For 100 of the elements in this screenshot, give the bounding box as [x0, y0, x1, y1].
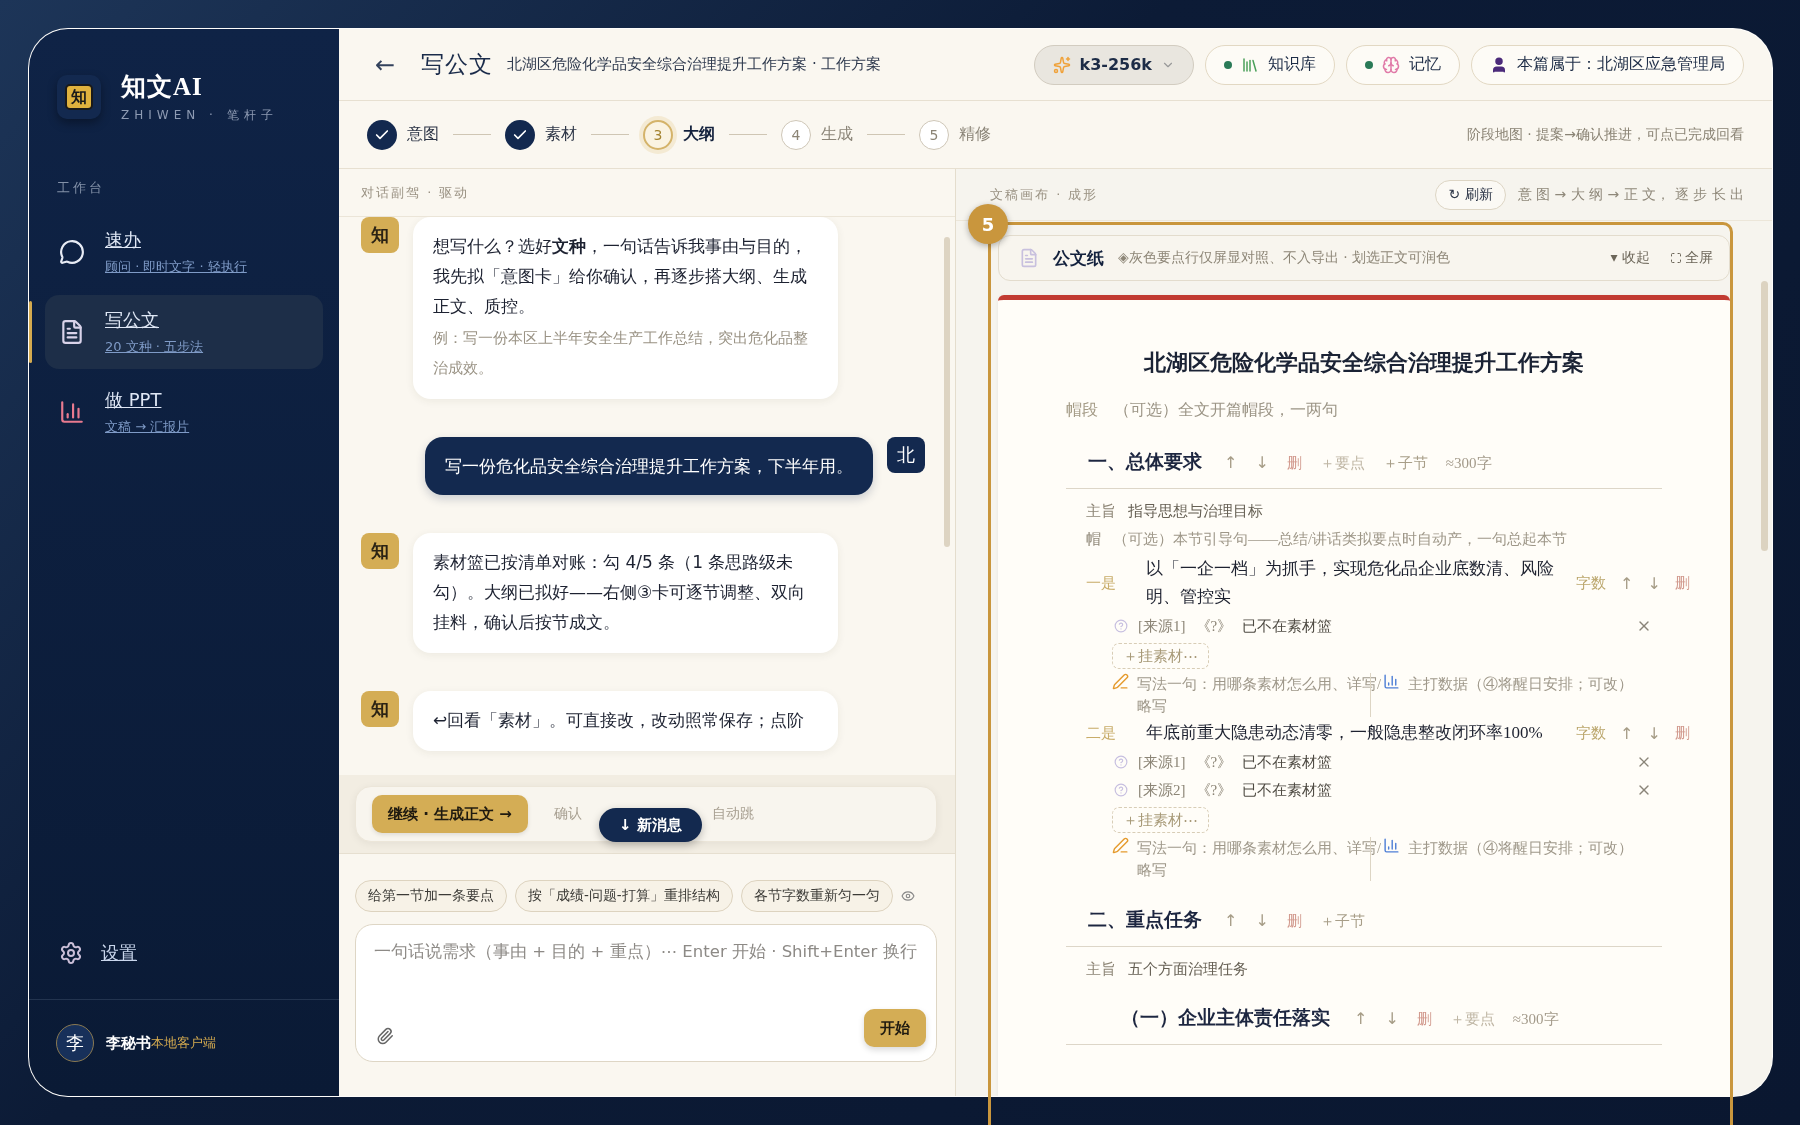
client-label: 本地客户端 — [151, 1034, 216, 1052]
move-button[interactable]: ↓ — [1255, 911, 1269, 930]
source-status: 已不在素材篮 — [1242, 780, 1333, 800]
continue-button[interactable]: 继续 · 生成正文 → — [372, 795, 528, 833]
move-button[interactable]: ↑ — [1620, 723, 1634, 743]
sidebar-item[interactable]: 速办 顾问 · 即时文字 · 轻执行 — [45, 215, 323, 289]
writing-tip: 主打数据（④将醒日安排；可改） — [1408, 675, 1633, 694]
section-label: 工作台 — [56, 179, 106, 197]
field-label: 主旨 — [1086, 960, 1116, 979]
new-message-button[interactable]: ↓ 新消息 — [599, 808, 702, 842]
stage-hint: 阶段地图 · 提案→确认推进，可点已完成回看 — [1466, 125, 1744, 144]
move-button[interactable]: ↑ — [1224, 911, 1238, 930]
word-count-label[interactable]: 字数 — [1576, 573, 1606, 593]
attach-material-button[interactable]: ＋挂素材⋯ — [1112, 643, 1209, 669]
move-button[interactable]: ↓ — [1647, 723, 1661, 743]
stepper-step[interactable]: 3 大纲 — [643, 119, 715, 150]
move-button[interactable]: ↓ — [1647, 573, 1661, 593]
bar-chart-icon — [59, 399, 85, 425]
start-button[interactable]: 开始 — [864, 1009, 926, 1047]
move-button[interactable]: ↓ — [1255, 453, 1269, 472]
word-estimate: ≈300字 — [1445, 454, 1492, 473]
document-title: 北湖区危险化学品安全综合治理提升工作方案 — [1142, 349, 1585, 377]
check-icon — [367, 119, 397, 150]
move-button[interactable]: ↓ — [1385, 1009, 1399, 1028]
field-label: 帽段 — [1066, 400, 1098, 420]
nav-subtitle: 20 文种 · 五步法 — [105, 338, 204, 356]
stepper-step[interactable]: 4 生成 — [781, 119, 853, 150]
add-button[interactable]: ＋子节 — [1382, 454, 1428, 473]
suggestion-chip[interactable]: 给第一节加一条要点 — [355, 880, 507, 912]
delete-button[interactable]: 删 — [1416, 1010, 1432, 1029]
assistant-avatar: 知 — [361, 691, 399, 727]
add-button[interactable]: ＋子节 — [1319, 912, 1365, 931]
brand-tagline: ZHIWEN · 笔杆子 — [121, 107, 278, 124]
document-icon — [1019, 248, 1039, 268]
pane-title: 对话副驾 · 驱动 — [361, 183, 470, 202]
hint-text: 确认 — [553, 805, 582, 823]
source-ref: [来源2] — [1138, 780, 1186, 800]
settings-icon[interactable] — [59, 941, 83, 965]
section-heading: （一）企业主体责任落实 — [1121, 1006, 1330, 1030]
move-button[interactable]: ↑ — [1620, 573, 1634, 593]
point-text: 年底前重大隐患动态清零，一般隐患整改闭环率100% — [1146, 722, 1544, 744]
delete-button[interactable]: 删 — [1674, 573, 1690, 593]
stepper-step[interactable]: 意图 — [367, 119, 439, 150]
paperclip-icon[interactable] — [376, 1027, 394, 1045]
document-icon — [59, 319, 85, 345]
back-button[interactable]: ← — [375, 50, 396, 79]
scrollbar-thumb[interactable] — [1761, 281, 1768, 551]
assistant-message: 素材篮已按清单对账：勾 4/5 条（1 条思路级未勾）。大纲已拟好——右侧③卡可逐节调整、双向挂料，确认后按节成文。 — [413, 533, 838, 653]
writing-tip: 主打数据（④将醒日安排；可改） — [1408, 839, 1633, 858]
move-button[interactable]: ↑ — [1354, 1009, 1368, 1028]
pane-title: 文稿画布 · 成形 — [990, 185, 1099, 204]
nav-title: 速办 — [105, 228, 142, 252]
question-icon — [1114, 755, 1128, 769]
speech-bubble-icon — [59, 239, 85, 265]
word-count-label[interactable]: 字数 — [1576, 723, 1606, 743]
settings-link[interactable]: 设置 — [101, 941, 137, 965]
move-button[interactable]: ↑ — [1224, 453, 1238, 472]
sidebar-item[interactable]: 做 PPT 文稿 → 汇报片 — [45, 375, 323, 449]
bar-chart-icon — [1383, 673, 1400, 690]
stepper-step[interactable]: 5 精修 — [919, 119, 991, 150]
nav-subtitle: 文稿 → 汇报片 — [105, 418, 190, 436]
message-input[interactable]: 一句话说需求（事由 + 目的 + 重点）⋯ Enter 开始 · Shift+Enter 换行 开始 — [355, 924, 937, 1062]
brain-icon — [1382, 55, 1400, 74]
step-number: 4 — [781, 119, 811, 150]
check-icon — [505, 119, 535, 150]
section-heading: 二、重点任务 — [1088, 908, 1202, 932]
source-ref: [来源1] — [1138, 616, 1186, 636]
delete-button[interactable]: 删 — [1286, 912, 1302, 931]
delete-button[interactable]: 删 — [1674, 723, 1690, 743]
source-title: 《?》 — [1195, 616, 1233, 636]
refresh-button[interactable]: ↻ 刷新 — [1435, 179, 1506, 210]
fullscreen-button[interactable]: 全屏 — [1670, 249, 1713, 267]
source-ref: [来源1] — [1138, 752, 1186, 772]
attach-material-button[interactable]: ＋挂素材⋯ — [1112, 807, 1209, 833]
assistant-message: ↩回看「素材」。可直接改，改动照常保存；点阶 — [413, 691, 838, 751]
nav-title: 做 PPT — [105, 388, 163, 412]
model-selector[interactable]: k3-256k — [1033, 44, 1194, 85]
expand-icon — [1670, 252, 1682, 264]
intro-hint: （可选）本节引导句——总结/讲话类拟要点时自动产，一句总起本节 — [1113, 530, 1568, 549]
nav-subtitle: 顾问 · 即时文字 · 轻执行 — [105, 258, 247, 276]
stepper-step[interactable]: 素材 — [505, 119, 577, 150]
section-gist: 指导思想与治理目标 — [1128, 502, 1263, 521]
step-number: 5 — [919, 119, 949, 150]
step-number: 3 — [643, 119, 673, 150]
owner-chip[interactable]: 本篇属于：北湖区应急管理局 — [1471, 44, 1744, 85]
bar-chart-icon — [1383, 837, 1400, 854]
collapse-button[interactable]: ▾ 收起 — [1610, 249, 1650, 267]
delete-button[interactable]: 删 — [1286, 454, 1302, 473]
assistant-avatar: 知 — [361, 533, 399, 569]
toggle-chip[interactable]: 记忆 — [1346, 44, 1460, 85]
point-label: 一是 — [1086, 573, 1117, 593]
toggle-chip[interactable]: 知识库 — [1205, 44, 1335, 85]
flow-hint: 意 图 → 大 纲 → 正 文， 逐 步 长 出 — [1517, 185, 1744, 204]
books-icon — [1241, 55, 1259, 74]
eye-icon[interactable] — [900, 889, 915, 903]
document-subtitle: 北湖区危险化学品安全综合治理提升工作方案 · 工作方案 — [507, 55, 882, 74]
suggestion-chip[interactable]: 按「成绩-问题-打算」重排结构 — [515, 880, 733, 912]
suggestion-chip[interactable]: 各节字数重新匀一匀 — [740, 880, 893, 912]
point-text: 以「一企一档」为抓手，实现危化品企业底数清、风险明、管控实 — [1146, 558, 1555, 608]
scrollbar-thumb[interactable] — [944, 237, 950, 547]
